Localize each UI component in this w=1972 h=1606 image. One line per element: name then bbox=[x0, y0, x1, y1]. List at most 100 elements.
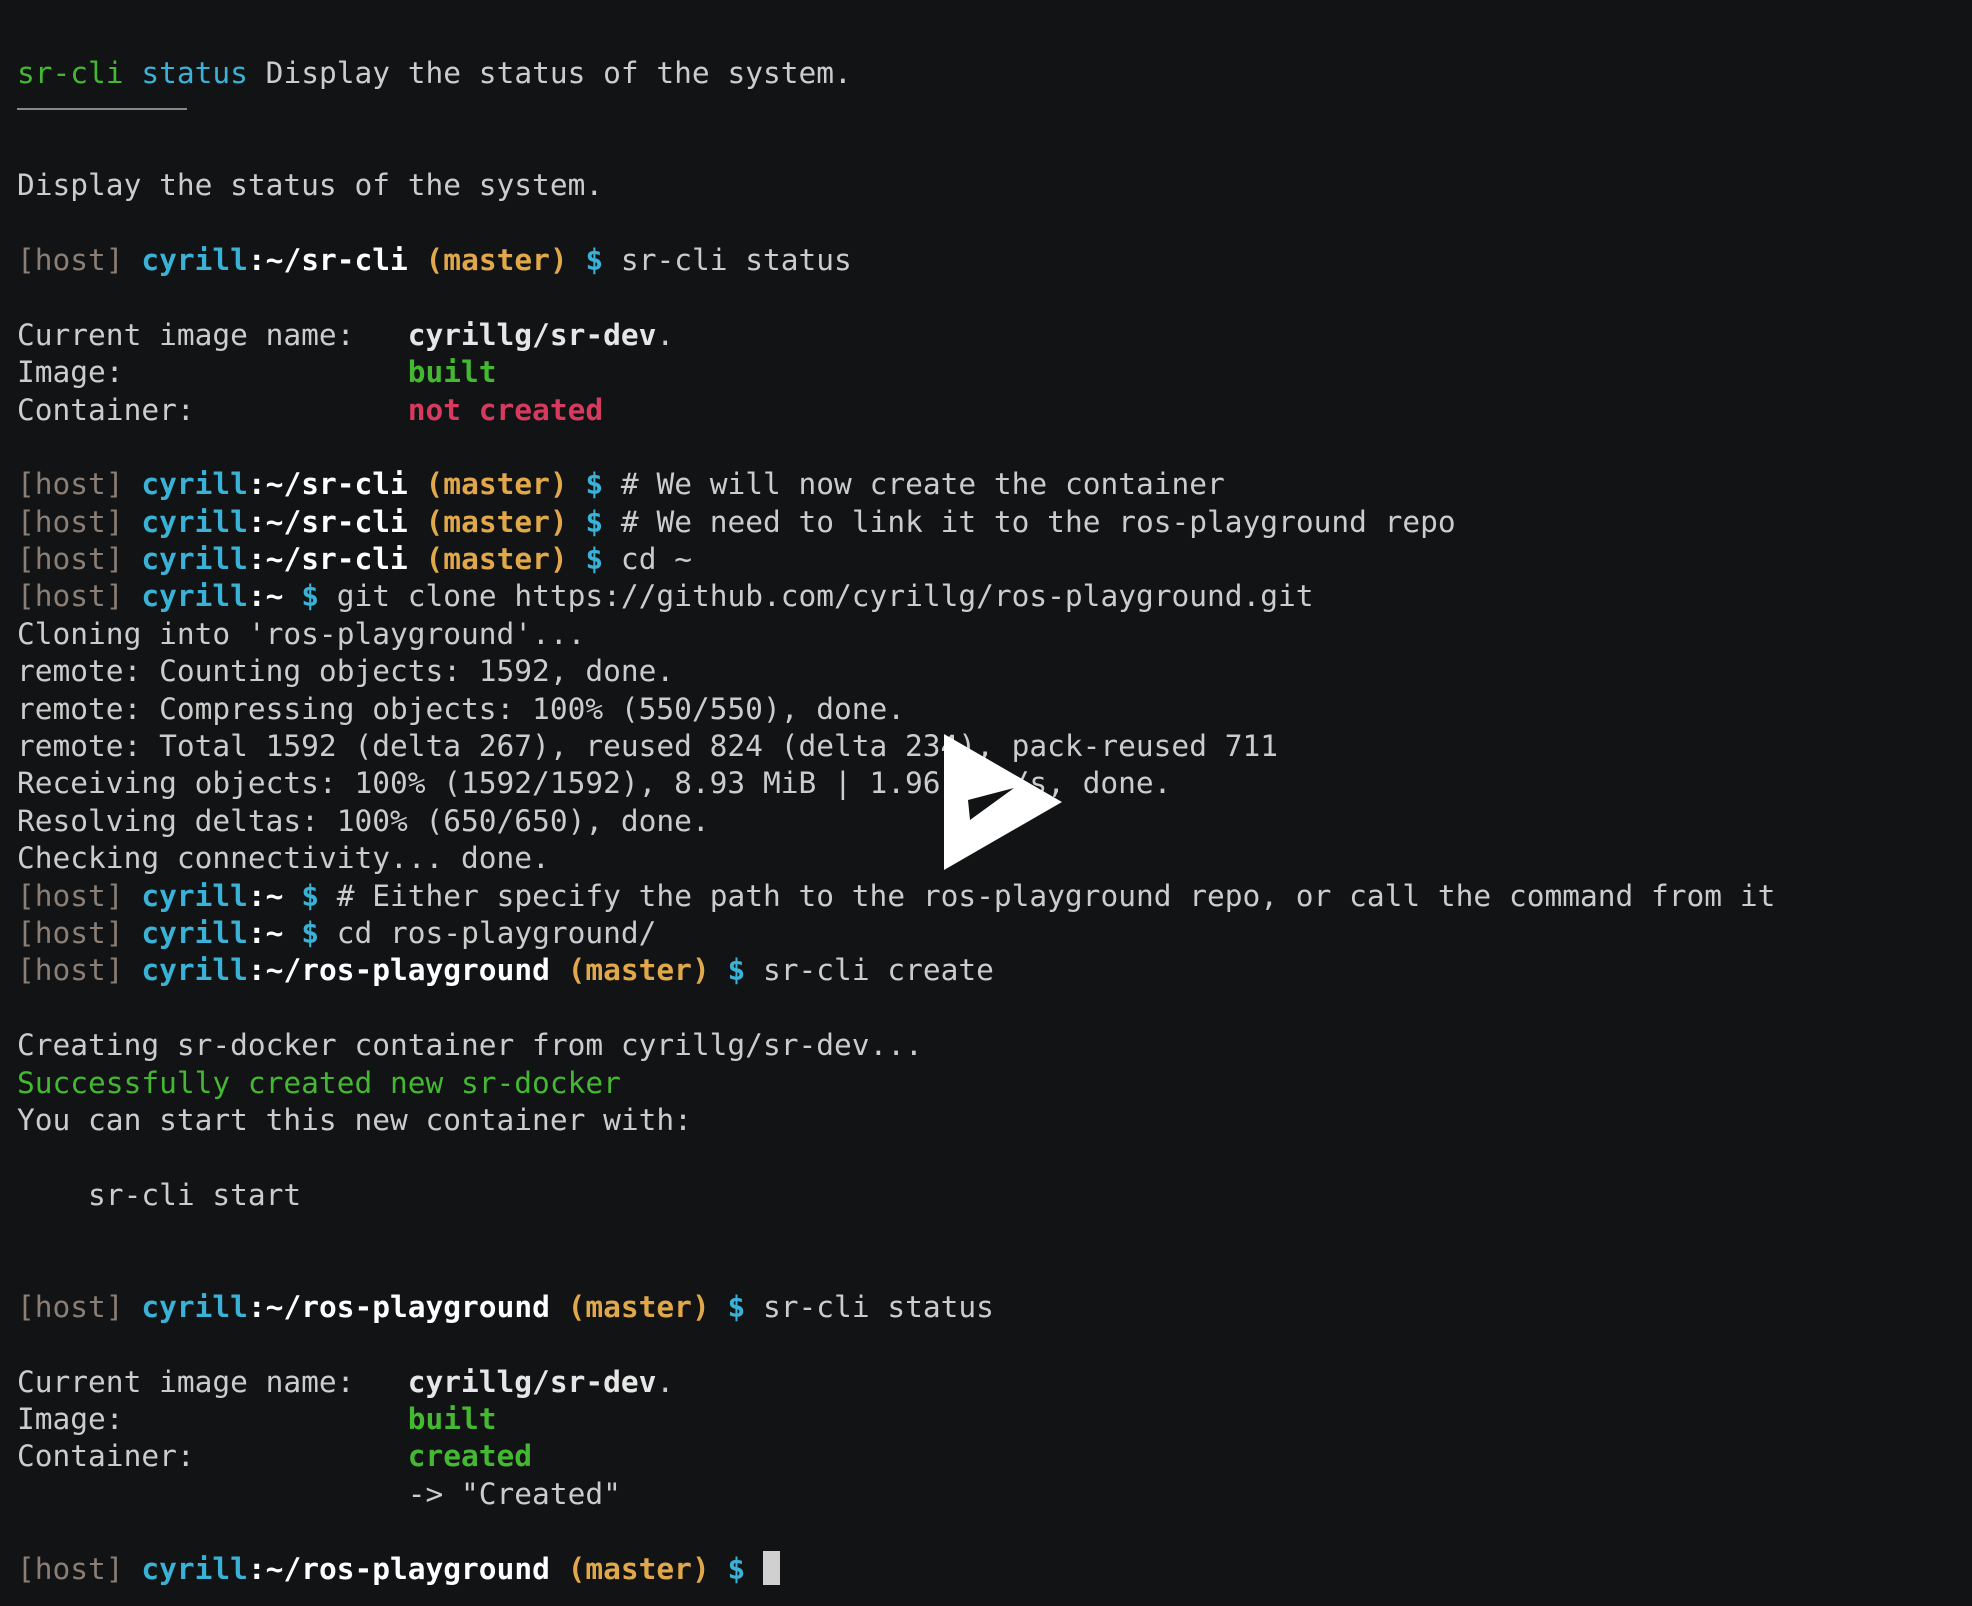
prompt-line: [host] cyrill:~ $ cd ros-playground/ bbox=[17, 915, 1957, 952]
output-line: Image: built bbox=[17, 354, 1957, 391]
prompt-host: [host] bbox=[17, 953, 124, 988]
prompt-sign: $ bbox=[567, 242, 604, 277]
output-segment: cyrillg/sr-dev bbox=[407, 317, 657, 352]
output-segment: Successfully created new sr-docker bbox=[17, 1065, 621, 1100]
terminal-cursor bbox=[763, 1551, 781, 1586]
prompt-line: [host] cyrill:~/sr-cli (master) $ # We n… bbox=[17, 504, 1957, 541]
output-line: You can start this new container with: bbox=[17, 1102, 692, 1137]
prompt-branch: (master) bbox=[407, 542, 568, 577]
output-segment: status bbox=[141, 56, 248, 90]
prompt-host: [host] bbox=[17, 467, 124, 502]
output-segment: cyrillg/sr-dev bbox=[407, 1364, 657, 1399]
prompt-line: [host] cyrill:~/ros-playground (master) … bbox=[17, 1551, 1957, 1588]
prompt-path: :~/sr-cli bbox=[247, 504, 408, 539]
prompt-host: [host] bbox=[17, 542, 124, 577]
prompt-user: cyrill bbox=[141, 467, 248, 502]
prompt-sign: $ bbox=[283, 579, 319, 614]
prompt-sign: $ bbox=[567, 504, 604, 539]
prompt-user: cyrill bbox=[141, 953, 248, 988]
output-segment: Current image name: bbox=[17, 317, 408, 352]
command-text: # We will now create the container bbox=[603, 467, 1225, 502]
output-segment: Display the status of the system. bbox=[247, 56, 852, 90]
asciinema-play-icon bbox=[944, 734, 1062, 870]
prompt-line: [host] cyrill:~ $ # Either specify the p… bbox=[17, 878, 1957, 915]
prompt-path: :~ bbox=[247, 579, 284, 614]
command-text: cd ros-playground/ bbox=[318, 915, 657, 950]
output-line: Image: built bbox=[17, 1401, 1957, 1438]
command-text bbox=[745, 1552, 763, 1586]
output-line: Cloning into 'ros-playground'... bbox=[17, 616, 586, 651]
prompt-host: [host] bbox=[17, 579, 124, 614]
prompt-branch: (master) bbox=[549, 1551, 710, 1586]
output-segment: built bbox=[407, 355, 497, 390]
prompt-user: cyrill bbox=[141, 542, 248, 577]
prompt-path: :~ bbox=[247, 878, 284, 913]
output-segment: Container: bbox=[17, 392, 408, 427]
output-segment: Image: bbox=[17, 355, 408, 390]
prompt-line: [host] cyrill:~/sr-cli (master) $ sr-cli… bbox=[17, 242, 1957, 279]
output-segment: sr-cli bbox=[17, 56, 124, 90]
prompt-sign: $ bbox=[567, 467, 604, 502]
divider bbox=[17, 108, 187, 111]
output-line: Display the status of the system. bbox=[17, 168, 604, 203]
prompt-line: [host] cyrill:~ $ git clone https://gith… bbox=[17, 578, 1957, 615]
output-segment: Image: bbox=[17, 1402, 408, 1437]
prompt-sign: $ bbox=[709, 1289, 746, 1324]
command-text: sr-cli status bbox=[745, 1289, 994, 1324]
prompt-line: [host] cyrill:~/ros-playground (master) … bbox=[17, 1289, 1957, 1326]
output-line: Current image name: cyrillg/sr-dev. bbox=[17, 1364, 1957, 1401]
command-text: # Either specify the path to the ros-pla… bbox=[318, 878, 1776, 913]
output-segment: created bbox=[407, 1439, 533, 1474]
prompt-path: :~/sr-cli bbox=[247, 467, 408, 502]
prompt-path: :~ bbox=[247, 915, 284, 950]
prompt-branch: (master) bbox=[549, 953, 710, 988]
output-line: Successfully created new sr-docker bbox=[17, 1065, 1957, 1102]
output-line: sr-cli status Display the status of the … bbox=[17, 55, 1957, 92]
play-button[interactable] bbox=[940, 730, 1066, 874]
output-line: Current image name: cyrillg/sr-dev. bbox=[17, 317, 1957, 354]
prompt-branch: (master) bbox=[549, 1289, 710, 1324]
prompt-sign: $ bbox=[709, 1551, 746, 1586]
prompt-path: :~/ros-playground bbox=[247, 953, 550, 988]
prompt-line: [host] cyrill:~/sr-cli (master) $ # We w… bbox=[17, 466, 1957, 503]
output-line: sr-cli start bbox=[17, 1177, 302, 1212]
output-line: Container: not created bbox=[17, 392, 1957, 429]
output-segment: Current image name: bbox=[17, 1364, 408, 1399]
prompt-path: :~/sr-cli bbox=[247, 242, 408, 277]
prompt-user: cyrill bbox=[141, 579, 248, 614]
prompt-host: [host] bbox=[17, 1551, 124, 1586]
prompt-host: [host] bbox=[17, 504, 124, 539]
prompt-host: [host] bbox=[17, 878, 124, 913]
output-segment: Container: bbox=[17, 1439, 408, 1474]
command-text: git clone https://github.com/cyrillg/ros… bbox=[318, 579, 1314, 614]
output-line: Creating sr-docker container from cyrill… bbox=[17, 1028, 923, 1063]
prompt-path: :~/ros-playground bbox=[247, 1289, 550, 1324]
prompt-user: cyrill bbox=[141, 1289, 248, 1324]
output-line: remote: Compressing objects: 100% (550/5… bbox=[17, 691, 906, 726]
output-line: -> "Created" bbox=[17, 1476, 621, 1511]
prompt-sign: $ bbox=[709, 953, 746, 988]
prompt-line: [host] cyrill:~/ros-playground (master) … bbox=[17, 952, 1957, 989]
command-text: sr-cli status bbox=[603, 242, 852, 277]
command-text: sr-cli create bbox=[745, 953, 994, 988]
prompt-branch: (master) bbox=[407, 467, 568, 502]
output-line: Container: created bbox=[17, 1438, 1957, 1475]
prompt-line: [host] cyrill:~/sr-cli (master) $ cd ~ bbox=[17, 541, 1957, 578]
output-line: remote: Counting objects: 1592, done. bbox=[17, 654, 675, 689]
command-text: cd ~ bbox=[603, 542, 692, 577]
output-segment bbox=[124, 56, 142, 90]
prompt-sign: $ bbox=[567, 542, 604, 577]
prompt-user: cyrill bbox=[141, 878, 248, 913]
prompt-user: cyrill bbox=[141, 915, 248, 950]
prompt-sign: $ bbox=[283, 915, 319, 950]
output-segment: . bbox=[656, 1364, 675, 1399]
